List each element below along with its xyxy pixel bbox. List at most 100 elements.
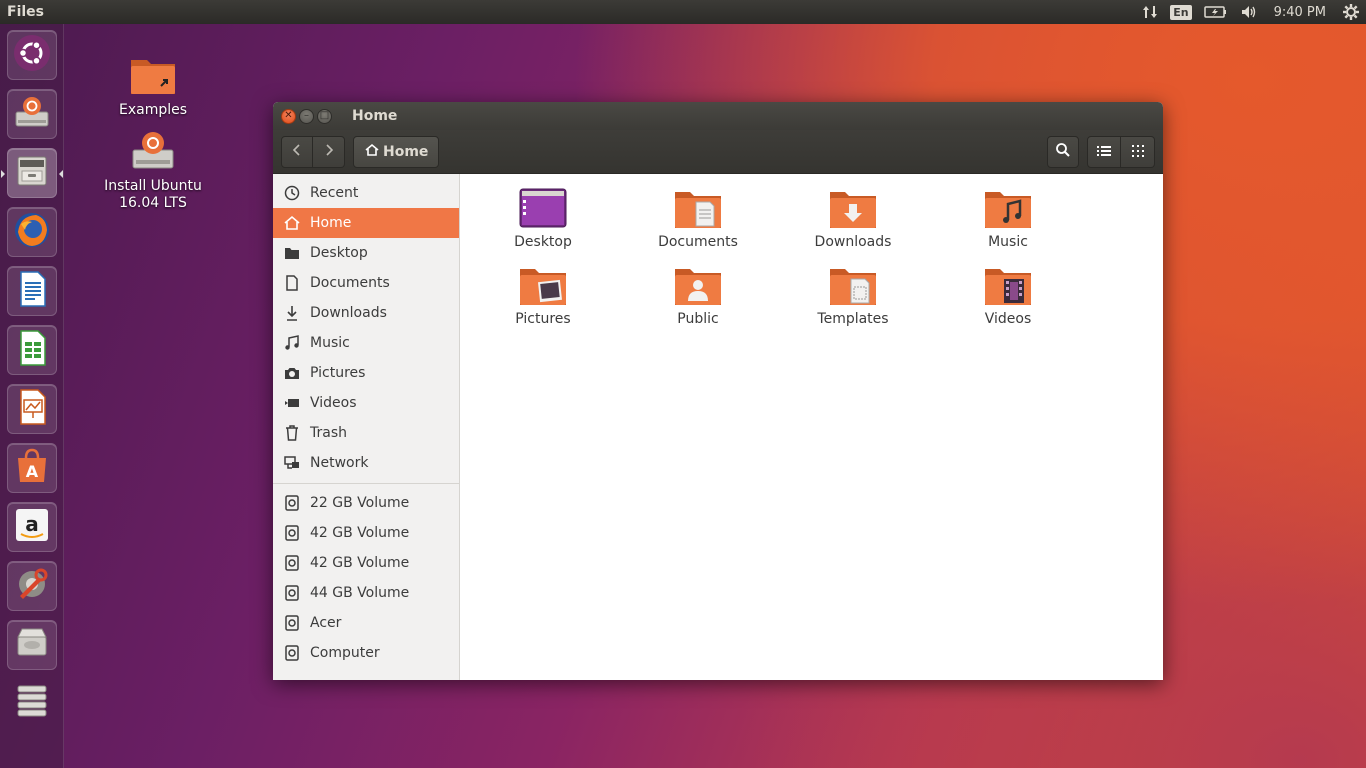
indicator-area: En 9:40 PM — [1136, 0, 1366, 24]
writer-icon — [12, 269, 52, 313]
sidebar-item-label: Documents — [310, 275, 390, 291]
keyboard-language-indicator[interactable]: En — [1164, 0, 1197, 24]
hard-drive-icon — [12, 623, 52, 667]
sidebar-item-documents[interactable]: Documents — [273, 268, 459, 298]
sidebar-item-label: Recent — [310, 185, 359, 201]
sidebar-item-label: 22 GB Volume — [310, 495, 410, 511]
file-view: Desktop Documents Downloads Music Pictur… — [460, 174, 1163, 680]
download-icon — [283, 304, 301, 322]
launcher-install-ubuntu[interactable] — [7, 89, 57, 139]
file-label: Public — [677, 311, 719, 327]
back-button[interactable] — [281, 135, 313, 168]
sidebar-item-music[interactable]: Music — [273, 328, 459, 358]
search-icon — [1055, 142, 1071, 162]
file-item-downloads[interactable]: Downloads — [783, 188, 923, 250]
sidebar-item-trash[interactable]: Trash — [273, 418, 459, 448]
forward-button[interactable] — [313, 135, 345, 168]
language-label: En — [1170, 4, 1192, 20]
sidebar-item-volume[interactable]: 42 GB Volume — [273, 518, 459, 548]
top-panel: Files En 9:40 PM — [0, 0, 1366, 24]
videos-folder-icon — [984, 265, 1032, 307]
launcher-amazon[interactable]: a — [7, 502, 57, 552]
file-item-public[interactable]: Public — [628, 265, 768, 327]
gear-icon[interactable] — [1336, 0, 1366, 24]
file-item-desktop[interactable]: Desktop — [473, 188, 613, 250]
launcher-ubuntu-software[interactable]: A — [7, 443, 57, 493]
firefox-icon — [12, 210, 52, 254]
examples-folder-icon — [127, 52, 179, 100]
grid-view-button[interactable] — [1121, 135, 1155, 168]
launcher-drive[interactable] — [7, 620, 57, 670]
desktop-icon-install-ubuntu[interactable]: Install Ubuntu 16.04 LTS — [93, 128, 213, 212]
list-view-icon — [1097, 142, 1111, 161]
sidebar-item-label: Desktop — [310, 245, 368, 261]
volume-icon[interactable] — [1234, 0, 1264, 24]
sidebar-item-videos[interactable]: Videos — [273, 388, 459, 418]
path-button-home[interactable]: Home — [353, 135, 440, 168]
desktop-icon-label: Install Ubuntu 16.04 LTS — [104, 178, 202, 211]
sidebar: Recent Home Desktop Documents Downloads … — [273, 174, 460, 680]
files-window: ✕ – □ Home Home Recent Home Desktop Docu… — [273, 102, 1163, 680]
drive-icon — [283, 584, 301, 602]
sidebar-item-volume[interactable]: 44 GB Volume — [273, 578, 459, 608]
file-label: Documents — [658, 234, 738, 250]
window-title: Home — [352, 108, 398, 124]
sidebar-item-home[interactable]: Home — [273, 208, 459, 238]
sidebar-item-pictures[interactable]: Pictures — [273, 358, 459, 388]
sidebar-item-downloads[interactable]: Downloads — [273, 298, 459, 328]
desktop-icon-label: Examples — [118, 102, 188, 118]
launcher-dash-home[interactable] — [7, 30, 57, 80]
public-folder-icon — [674, 265, 722, 307]
grid-view-icon — [1131, 142, 1144, 161]
launcher: A a — [0, 24, 64, 768]
sidebar-item-label: Home — [310, 215, 352, 231]
window-body: Recent Home Desktop Documents Downloads … — [273, 174, 1163, 680]
hard-drive-stack-icon — [12, 682, 52, 726]
search-button[interactable] — [1047, 135, 1079, 168]
sidebar-item-volume[interactable]: 42 GB Volume — [273, 548, 459, 578]
sidebar-item-volume[interactable]: 22 GB Volume — [273, 488, 459, 518]
sidebar-item-label: Pictures — [310, 365, 366, 381]
sidebar-item-network[interactable]: Network — [273, 448, 459, 478]
maximize-icon[interactable]: □ — [317, 108, 332, 124]
sidebar-item-desktop[interactable]: Desktop — [273, 238, 459, 268]
network-icon — [283, 454, 301, 472]
documents-folder-icon — [674, 188, 722, 230]
file-item-music[interactable]: Music — [938, 188, 1078, 250]
sidebar-item-recent[interactable]: Recent — [273, 178, 459, 208]
file-item-pictures[interactable]: Pictures — [473, 265, 613, 327]
drive-icon — [283, 614, 301, 632]
launcher-libreoffice-writer[interactable] — [7, 266, 57, 316]
sidebar-item-acer[interactable]: Acer — [273, 608, 459, 638]
sidebar-item-computer[interactable]: Computer — [273, 638, 459, 668]
toolbar: Home — [273, 130, 1163, 174]
battery-icon[interactable] — [1198, 0, 1234, 24]
desktop-icon-examples[interactable]: Examples — [93, 52, 213, 119]
close-icon[interactable]: ✕ — [281, 108, 296, 124]
file-item-videos[interactable]: Videos — [938, 265, 1078, 327]
launcher-firefox[interactable] — [7, 207, 57, 257]
clock[interactable]: 9:40 PM — [1264, 0, 1336, 24]
network-arrows-icon[interactable] — [1136, 0, 1164, 24]
trash-icon — [283, 424, 301, 442]
file-label: Pictures — [515, 311, 571, 327]
file-item-documents[interactable]: Documents — [628, 188, 768, 250]
minimize-icon[interactable]: – — [299, 108, 314, 124]
launcher-files[interactable] — [7, 148, 57, 198]
chevron-right-icon — [323, 142, 335, 161]
toolbar-right — [1047, 135, 1155, 168]
launcher-drives-stack[interactable] — [7, 679, 57, 729]
file-label: Desktop — [514, 234, 572, 250]
launcher-libreoffice-calc[interactable] — [7, 325, 57, 375]
launcher-system-settings[interactable] — [7, 561, 57, 611]
list-view-button[interactable] — [1087, 135, 1121, 168]
camera-icon — [283, 364, 301, 382]
file-item-templates[interactable]: Templates — [783, 265, 923, 327]
installer-icon — [12, 92, 52, 136]
launcher-libreoffice-impress[interactable] — [7, 384, 57, 434]
window-titlebar[interactable]: ✕ – □ Home — [273, 102, 1163, 130]
music-icon — [283, 334, 301, 352]
impress-icon — [12, 387, 52, 431]
desktop-folder-icon — [519, 188, 567, 230]
sidebar-item-label: Trash — [310, 425, 347, 441]
